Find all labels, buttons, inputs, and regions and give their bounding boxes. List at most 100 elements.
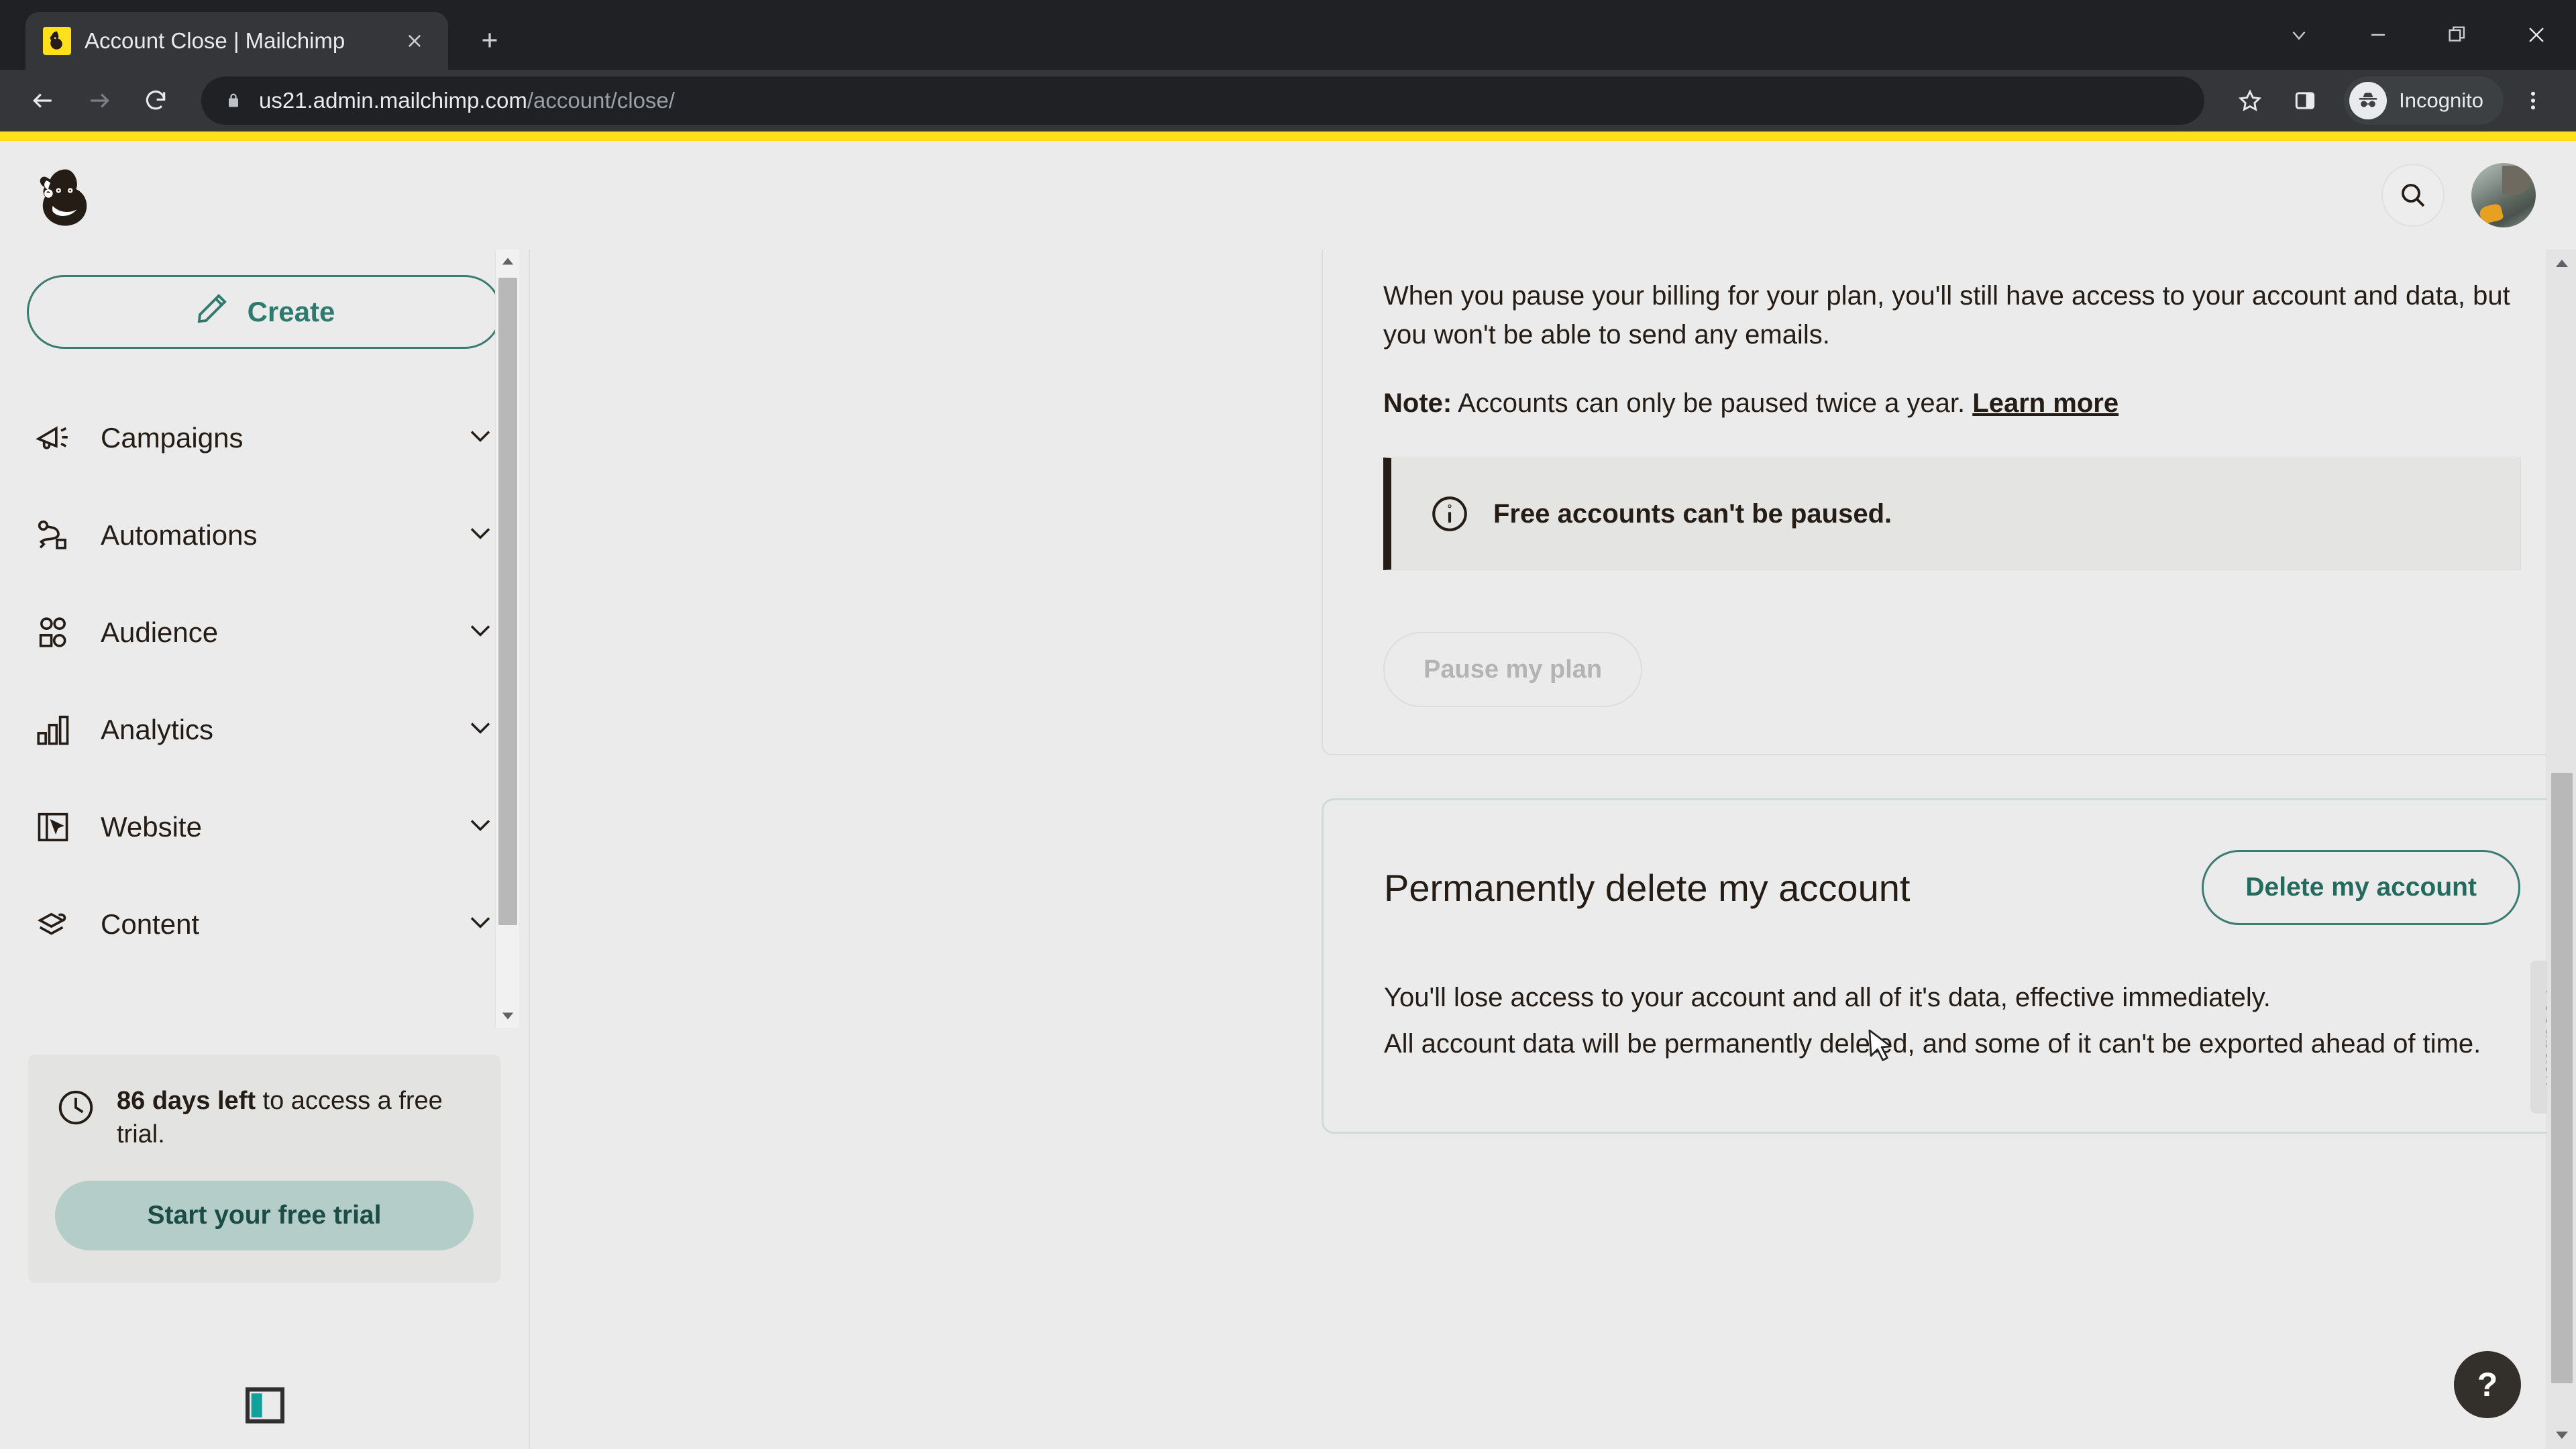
delete-card-header: Permanently delete my account Delete my … [1384,850,2520,925]
sidebar-item-label: Analytics [101,713,214,745]
note-label: Note: [1383,388,1452,418]
sidebar-item-label: Content [101,908,200,940]
clock-icon [55,1087,97,1128]
create-button[interactable]: Create [27,275,502,349]
chevron-down-icon [467,914,494,934]
chevron-down-icon [467,816,494,837]
bar-chart-icon [32,709,74,751]
pause-my-plan-button: Pause my plan [1383,632,1643,707]
automation-path-icon [32,515,74,556]
scroll-down-arrow-icon[interactable] [496,1005,520,1028]
search-icon[interactable] [2381,164,2445,227]
sidebar-item-analytics[interactable]: Analytics [0,681,529,778]
incognito-icon [2349,82,2387,119]
browser-window: Account Close | Mailchimp us21.admin.mai… [0,0,2576,1449]
sidebar-item-label: Website [101,810,202,843]
delete-line-2: All account data will be permanently del… [1384,1028,2481,1059]
web-page: Create Campaigns Automations Audience An… [0,131,2576,1449]
reload-icon[interactable] [130,75,181,126]
create-button-label: Create [247,296,335,327]
learn-more-link[interactable]: Learn more [1972,388,2118,418]
sidebar-scroll-area: Create Campaigns Automations Audience An… [0,250,529,1028]
chevron-down-icon [467,622,494,643]
pause-paragraph: When you pause your billing for your pla… [1383,281,2510,350]
mailchimp-favicon-icon [43,27,71,55]
people-group-icon [32,612,74,653]
sidebar-item-label: Audience [101,616,219,648]
scrollbar-thumb[interactable] [498,278,517,925]
info-alert: Free accounts can't be paused. [1383,458,2521,570]
sidebar-item-audience[interactable]: Audience [0,584,529,681]
page-body: Create Campaigns Automations Audience An… [0,250,2576,1449]
scrollbar-thumb[interactable] [2551,773,2573,1383]
avatar[interactable] [2471,163,2536,227]
info-alert-text: Free accounts can't be paused. [1493,498,1892,529]
help-button[interactable]: ? [2454,1351,2521,1418]
address-bar[interactable]: us21.admin.mailchimp.com/account/close/ [201,76,2205,125]
browser-toolbar: us21.admin.mailchimp.com/account/close/ … [0,70,2576,131]
sidebar-scrollbar[interactable] [495,250,519,1028]
scroll-down-arrow-icon[interactable] [2547,1422,2576,1449]
chevron-down-icon [467,525,494,545]
forward-arrow-icon[interactable] [74,75,125,126]
three-dot-menu-icon[interactable] [2508,75,2559,126]
main-scrollbar[interactable] [2546,250,2576,1449]
delete-card-title: Permanently delete my account [1384,866,1911,909]
url-path: /account/close/ [527,88,675,113]
sidebar: Create Campaigns Automations Audience An… [0,250,530,1449]
note-text: Accounts can only be paused twice a year… [1452,388,1973,418]
sidebar-item-label: Automations [101,519,258,551]
mailchimp-freddie-logo-icon[interactable] [27,155,107,235]
content-stack-icon [32,904,74,945]
delete-account-card: Permanently delete my account Delete my … [1322,798,2576,1134]
megaphone-icon [32,417,74,459]
close-icon[interactable] [398,25,431,57]
side-panel-icon[interactable] [2279,75,2330,126]
info-circle-icon [1429,493,1470,535]
free-trial-card: 86 days left to access a free trial. Sta… [28,1055,500,1283]
delete-card-body: You'll lose access to your account and a… [1384,975,2511,1067]
restore-icon[interactable] [2418,0,2497,70]
scroll-up-arrow-icon[interactable] [2547,250,2576,276]
sidebar-item-content[interactable]: Content [0,875,529,973]
tab-title: Account Close | Mailchimp [85,28,345,53]
tab-strip: Account Close | Mailchimp [0,0,2576,70]
browser-tab[interactable]: Account Close | Mailchimp [25,12,448,70]
pause-note: Note: Accounts can only be paused twice … [1383,384,2521,423]
back-arrow-icon[interactable] [17,75,68,126]
main-content: Pause my plan When you pause your billin… [530,250,2576,1449]
close-window-icon[interactable] [2497,0,2576,70]
url-domain: us21.admin.mailchimp.com [259,88,527,113]
sidebar-toggle-icon[interactable] [243,1385,287,1426]
chevron-down-icon [467,427,494,448]
url-text: us21.admin.mailchimp.com/account/close/ [259,88,675,113]
chevron-down-icon [467,719,494,740]
tab-search-chevron-icon[interactable] [2259,0,2339,70]
toolbar-right: Incognito [2224,75,2559,126]
trial-days: 86 days left [117,1087,256,1115]
window-controls [2259,0,2576,70]
incognito-label: Incognito [2399,89,2483,112]
delete-line-1: You'll lose access to your account and a… [1384,983,2271,1012]
sidebar-item-campaigns[interactable]: Campaigns [0,389,529,486]
sidebar-footer [0,1385,530,1426]
pencil-icon [194,290,230,333]
pause-plan-card: Pause my plan When you pause your billin… [1322,250,2576,755]
start-free-trial-button[interactable]: Start your free trial [55,1181,474,1251]
sidebar-item-website[interactable]: Website [0,778,529,875]
brand-accent-bar [0,131,2576,141]
lock-icon [224,90,243,111]
sidebar-nav: Campaigns Automations Audience Analytics… [0,389,529,973]
scroll-up-arrow-icon[interactable] [496,250,519,272]
delete-my-account-button[interactable]: Delete my account [2202,850,2520,925]
website-cursor-icon [32,806,74,848]
app-header [0,141,2576,250]
incognito-profile-chip[interactable]: Incognito [2344,76,2504,125]
star-icon[interactable] [2224,75,2275,126]
sidebar-item-label: Campaigns [101,421,244,453]
trial-text: 86 days left to access a free trial. [117,1084,474,1151]
header-actions [2381,163,2536,227]
sidebar-item-automations[interactable]: Automations [0,486,529,584]
minimize-icon[interactable] [2339,0,2418,70]
new-tab-button[interactable] [464,15,515,66]
